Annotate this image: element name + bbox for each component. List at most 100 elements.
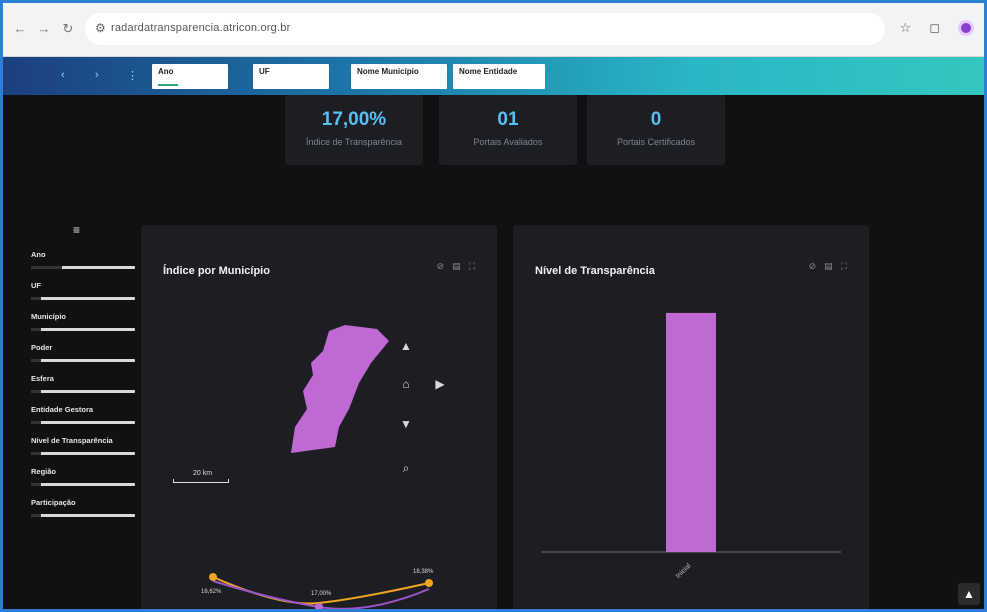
menu-dots-icon[interactable]: ⋮ — [127, 69, 138, 82]
line-label: 17,00% — [311, 591, 332, 597]
sidebar-item-slider-fill — [31, 328, 41, 331]
sidebar-item-label: UF — [31, 281, 41, 290]
kpi-value: 17,00% — [321, 109, 387, 130]
filter-municipio[interactable]: Nome Município — [351, 64, 447, 89]
sidebar-filter-item[interactable]: Ano — [7, 241, 135, 272]
kpi-portais-certificados: 0 Portais Certificados — [587, 95, 725, 165]
sidebar-item-slider-fill — [31, 297, 41, 300]
sidebar: ≡ Ano UF Município Poder Esfera Entidade Gest… — [7, 223, 135, 520]
panel-toolbar: ⊘ ▤ ⛶ — [437, 261, 475, 272]
forward-icon[interactable]: → — [37, 22, 51, 36]
filter-label: UF — [259, 67, 270, 76]
filter-label: Nome Entidade — [459, 67, 518, 76]
extension-icon[interactable]: ◻ — [929, 20, 940, 36]
pan-down-icon[interactable]: ▼ — [399, 417, 413, 431]
sidebar-item-slider-fill — [31, 390, 41, 393]
pan-up-icon[interactable]: ▲ — [399, 339, 413, 353]
sidebar-item-label: Região — [31, 467, 57, 476]
bar[interactable] — [666, 312, 716, 552]
kpi-label: Índice de Transparência — [305, 137, 403, 147]
filter-underline — [158, 84, 178, 86]
home-icon[interactable]: ⌂ — [399, 377, 413, 391]
table-icon[interactable]: ▤ — [452, 261, 461, 272]
address-bar[interactable]: ⚙ radardatransparencia.atricon.org.br — [85, 13, 885, 45]
sidebar-item-slider-fill — [31, 359, 41, 362]
sidebar-item-slider[interactable] — [31, 452, 135, 455]
municipio-map-region[interactable] — [285, 323, 395, 463]
browser-actions: ☆ ◻ — [900, 20, 974, 36]
filter-label: Ano — [158, 67, 174, 76]
reload-icon[interactable]: ↻ — [61, 22, 75, 36]
sidebar-item-slider[interactable] — [31, 359, 135, 362]
kpi-label: Portais Certificados — [616, 137, 696, 147]
orange-point — [425, 579, 433, 587]
back-icon[interactable]: ← — [13, 22, 27, 36]
filter-entidade[interactable]: Nome Entidade — [453, 64, 545, 89]
municipio-polygon[interactable] — [291, 325, 389, 453]
sidebar-filter-item[interactable]: Esfera — [7, 365, 135, 396]
arrow-left-icon[interactable]: ‹ — [61, 69, 65, 81]
screenshot-frame: ← → ↻ ⚙ radardatransparencia.atricon.org… — [0, 0, 987, 612]
filter-icon[interactable]: ⊘ — [437, 261, 445, 272]
sidebar-item-slider[interactable] — [31, 328, 135, 331]
sidebar-item-label: Ano — [31, 250, 46, 259]
sidebar-item-slider[interactable] — [31, 297, 135, 300]
bar-panel: Nível de Transparência ⊘ ▤ ⛶ Inicial — [513, 225, 869, 609]
sidebar-filter-item[interactable]: UF — [7, 272, 135, 303]
scale-bar — [173, 479, 229, 483]
scale-label: 20 km — [193, 470, 213, 477]
sidebar-filter-item[interactable]: Participação — [7, 489, 135, 520]
kpi-portais-avaliados: 01 Portais Avaliados — [439, 95, 577, 165]
bar-chart: Inicial — [541, 312, 841, 580]
purple-point — [315, 603, 323, 609]
filter-label: Nome Município — [357, 67, 419, 76]
sidebar-item-label: Nível de Transparência — [31, 436, 113, 445]
sidebar-item-slider[interactable] — [31, 421, 135, 424]
filter-uf[interactable]: UF — [253, 64, 329, 89]
sidebar-item-label: Esfera — [31, 374, 54, 383]
sidebar-item-label: Município — [31, 312, 66, 321]
sidebar-filter-item[interactable]: Município — [7, 303, 135, 334]
kpi-value: 01 — [497, 109, 519, 130]
map-panel-title: Índice por Município — [163, 265, 270, 277]
sidebar-filter-item[interactable]: Região — [7, 458, 135, 489]
expand-icon[interactable]: ⛶ — [469, 261, 475, 272]
x-tick-label: Inicial — [675, 562, 693, 580]
sidebar-item-slider[interactable] — [31, 514, 135, 517]
site-info-icon[interactable]: ⚙ — [95, 21, 106, 35]
sidebar-filter-item[interactable]: Poder — [7, 334, 135, 365]
sidebar-filter-item[interactable]: Nível de Transparência — [7, 427, 135, 458]
sidebar-item-slider-fill — [31, 452, 41, 455]
filter-bar: ‹ › ⋮ Ano UF Nome Município Nome Entidad… — [3, 57, 984, 95]
star-icon[interactable]: ☆ — [900, 20, 912, 36]
kpi-value: 0 — [650, 109, 662, 130]
pan-right-icon[interactable]: ▶ — [433, 377, 447, 391]
sidebar-item-label: Poder — [31, 343, 53, 352]
sidebar-item-slider[interactable] — [31, 483, 135, 486]
sidebar-filter-item[interactable]: Entidade Gestora — [7, 396, 135, 427]
line-label: 16,62% — [201, 589, 222, 595]
sidebar-item-slider-fill — [31, 421, 41, 424]
map-scale: 20 km — [173, 470, 229, 483]
sidebar-item-slider[interactable] — [31, 390, 135, 393]
hamburger-icon[interactable]: ≡ — [73, 223, 80, 237]
profile-icon[interactable] — [958, 20, 974, 36]
zoom-icon[interactable]: ⌕ — [399, 461, 413, 476]
sidebar-item-label: Entidade Gestora — [31, 405, 94, 414]
sidebar-item-slider-fill — [31, 514, 41, 517]
sidebar-item-slider-fill — [31, 483, 41, 486]
scroll-to-top-button[interactable]: ▲ — [958, 583, 980, 605]
line-label: 18,38% — [413, 569, 434, 575]
map-panel: Índice por Município ⊘ ▤ ⛶ ▲ ⌂ ▶ ▼ ⌕ 20 … — [141, 225, 497, 609]
timeline-lines: 16,62% 17,00% 18,38% — [201, 569, 434, 609]
filter-ano[interactable]: Ano — [152, 64, 228, 89]
browser-toolbar: ← → ↻ ⚙ radardatransparencia.atricon.org… — [3, 3, 984, 57]
url-text: radardatransparencia.atricon.org.br — [111, 22, 291, 34]
arrow-right-icon[interactable]: › — [95, 69, 99, 81]
orange-point — [209, 573, 217, 581]
browser-nav: ← → ↻ — [13, 22, 75, 36]
kpi-indice: 17,00% Índice de Transparência — [285, 95, 423, 165]
kpi-label: Portais Avaliados — [473, 137, 543, 147]
sidebar-item-slider-fill — [31, 266, 62, 269]
sidebar-item-label: Participação — [31, 498, 76, 507]
